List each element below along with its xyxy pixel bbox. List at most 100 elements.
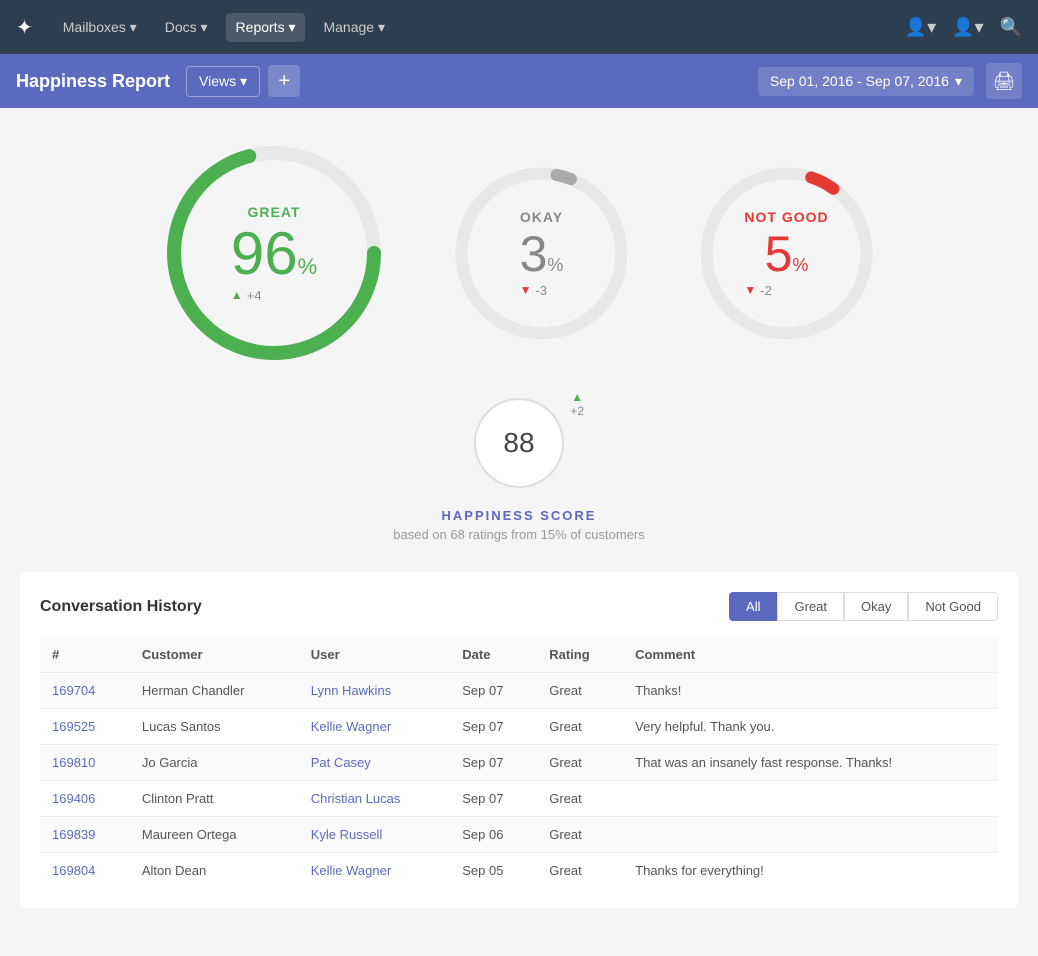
table-row: 169804 Alton Dean Kellie Wagner Sep 05 G… [40,853,998,889]
cell-rating: Great [537,745,623,781]
cell-customer: Clinton Pratt [130,781,299,817]
nav-manage[interactable]: Manage ▾ [313,13,395,42]
filter-all-button[interactable]: All [729,592,777,621]
cell-comment: Very helpful. Thank you. [623,709,998,745]
great-value: 96 [231,224,298,284]
nav-docs[interactable]: Docs ▾ [155,13,218,42]
col-header-user: User [299,637,451,673]
great-label: GREAT [231,204,317,220]
user-link[interactable]: Christian Lucas [311,791,401,806]
conversation-link[interactable]: 169406 [52,791,95,806]
cell-date: Sep 07 [450,673,537,709]
cell-id: 169704 [40,673,130,709]
user-link[interactable]: Lynn Hawkins [311,683,391,698]
cell-user: Kyle Russell [299,817,451,853]
cell-customer: Herman Chandler [130,673,299,709]
user-link[interactable]: Kellie Wagner [311,863,391,878]
down-arrow-icon-2: ▼ [744,283,756,297]
cell-rating: Great [537,673,623,709]
great-pct: % [298,254,318,280]
okay-value: 3 [520,229,548,279]
conversation-header: Conversation History All Great Okay Not … [40,592,998,621]
conversation-link[interactable]: 169839 [52,827,95,842]
cell-comment [623,817,998,853]
table-row: 169839 Maureen Ortega Kyle Russell Sep 0… [40,817,998,853]
table-row: 169810 Jo Garcia Pat Casey Sep 07 Great … [40,745,998,781]
conversation-link[interactable]: 169810 [52,755,95,770]
cell-id: 169804 [40,853,130,889]
table-row: 169704 Herman Chandler Lynn Hawkins Sep … [40,673,998,709]
filter-notgood-button[interactable]: Not Good [908,592,998,621]
cell-user: Christian Lucas [299,781,451,817]
conversation-table: # Customer User Date Rating Comment 1697… [40,637,998,888]
conversation-history-section: Conversation History All Great Okay Not … [20,572,1018,908]
top-nav: ✦ Mailboxes ▾ Docs ▾ Reports ▾ Manage ▾ … [0,0,1038,54]
cell-customer: Lucas Santos [130,709,299,745]
cell-id: 169810 [40,745,130,781]
cell-id: 169525 [40,709,130,745]
cell-date: Sep 05 [450,853,537,889]
conversation-link[interactable]: 169525 [52,719,95,734]
user-link[interactable]: Pat Casey [311,755,371,770]
notgood-label: NOT GOOD [744,209,828,225]
cell-id: 169406 [40,781,130,817]
filter-buttons: All Great Okay Not Good [729,592,998,621]
cell-date: Sep 06 [450,817,537,853]
conversation-link[interactable]: 169704 [52,683,95,698]
logo[interactable]: ✦ [16,15,33,40]
date-range-picker[interactable]: Sep 01, 2016 - Sep 07, 2016 ▾ [758,67,974,96]
great-gauge-ring: GREAT 96 % ▲ +4 [159,138,389,368]
cell-date: Sep 07 [450,781,537,817]
happiness-score-label: HAPPINESS SCORE [20,508,1018,523]
notgood-gauge: NOT GOOD 5 % ▼ -2 [694,161,879,346]
cell-customer: Maureen Ortega [130,817,299,853]
sub-nav: Happiness Report Views ▾ + Sep 01, 2016 … [0,54,1038,108]
cell-comment: Thanks! [623,673,998,709]
cell-customer: Alton Dean [130,853,299,889]
cell-user: Kellie Wagner [299,709,451,745]
col-header-id: # [40,637,130,673]
cell-comment: Thanks for everything! [623,853,998,889]
col-header-customer: Customer [130,637,299,673]
user-link[interactable]: Kyle Russell [311,827,383,842]
agent-icon[interactable]: 👤▾ [905,17,936,38]
okay-gauge: OKAY 3 % ▼ -3 [449,161,634,346]
search-icon[interactable]: 🔍 [1000,17,1022,38]
main-content: GREAT 96 % ▲ +4 [0,108,1038,938]
cell-date: Sep 07 [450,709,537,745]
user-icon[interactable]: 👤▾ [952,17,983,38]
conversation-title: Conversation History [40,598,729,616]
notgood-pct: % [792,255,808,276]
cell-rating: Great [537,709,623,745]
cell-customer: Jo Garcia [130,745,299,781]
score-up-arrow-icon: ▲ [571,390,583,404]
views-dropdown[interactable]: Views ▾ [186,66,260,97]
table-row: 169525 Lucas Santos Kellie Wagner Sep 07… [40,709,998,745]
cell-rating: Great [537,853,623,889]
print-button[interactable]: 🖨 [986,63,1022,99]
user-link[interactable]: Kellie Wagner [311,719,391,734]
okay-delta: ▼ -3 [520,283,564,298]
great-gauge: GREAT 96 % ▲ +4 [159,138,389,368]
add-view-button[interactable]: + [268,65,300,97]
happiness-score-desc: based on 68 ratings from 15% of customer… [20,527,1018,542]
down-arrow-icon: ▼ [520,283,532,297]
filter-okay-button[interactable]: Okay [844,592,908,621]
nav-reports[interactable]: Reports ▾ [226,13,306,42]
table-row: 169406 Clinton Pratt Christian Lucas Sep… [40,781,998,817]
page-title: Happiness Report [16,71,170,92]
cell-comment [623,781,998,817]
col-header-date: Date [450,637,537,673]
col-header-rating: Rating [537,637,623,673]
cell-date: Sep 07 [450,745,537,781]
filter-great-button[interactable]: Great [777,592,844,621]
conversation-link[interactable]: 169804 [52,863,95,878]
notgood-value: 5 [765,229,793,279]
cell-rating: Great [537,781,623,817]
okay-pct: % [547,255,563,276]
notgood-delta: ▼ -2 [744,283,828,298]
nav-mailboxes[interactable]: Mailboxes ▾ [53,13,147,42]
okay-label: OKAY [520,209,564,225]
score-delta: ▲ +2 [570,390,584,418]
table-header-row: # Customer User Date Rating Comment [40,637,998,673]
